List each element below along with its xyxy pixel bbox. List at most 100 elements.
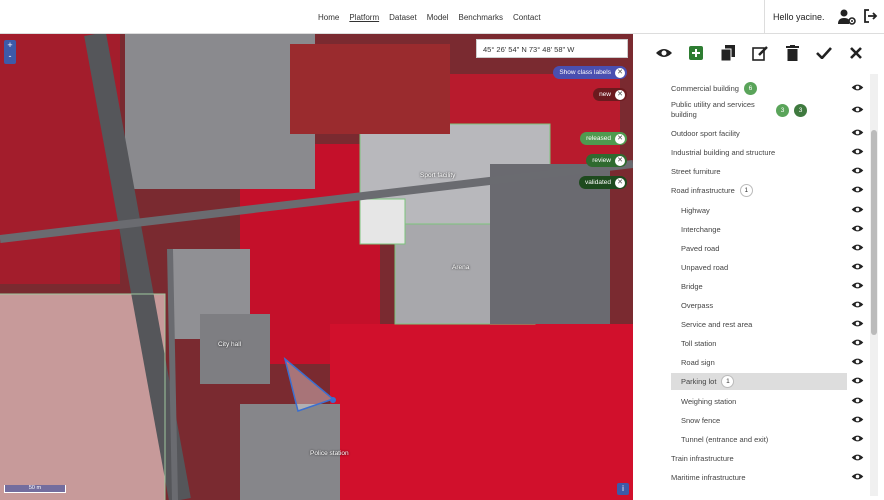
sign-out-icon[interactable] (864, 9, 878, 27)
chip-label: released (586, 135, 611, 142)
count-badge: 1 (739, 184, 753, 197)
add-icon[interactable] (687, 44, 705, 62)
new-status-chip[interactable]: new ✕ (593, 88, 627, 101)
edit-icon[interactable] (751, 44, 769, 62)
class-item[interactable]: Outdoor sport facility (671, 125, 864, 142)
delete-icon[interactable] (783, 44, 801, 62)
chip-close-icon[interactable]: ✕ (615, 155, 625, 166)
visibility-eye-icon[interactable] (851, 434, 864, 445)
zoom-controls[interactable]: + - (4, 40, 16, 64)
satellite-map[interactable]: + - 45° 26' 54" N 73° 48' 58" W Show cla… (0, 34, 633, 500)
annotation-toolbar (633, 34, 884, 72)
count-badge: 1 (721, 375, 735, 388)
visibility-eye-icon[interactable] (851, 224, 864, 235)
class-item-label: Bridge (681, 281, 703, 291)
visibility-eye-icon[interactable] (851, 319, 864, 330)
class-item[interactable]: Overpass (671, 297, 864, 314)
show-class-labels-chip[interactable]: Show class labels ✕ (553, 66, 627, 79)
class-item-label: Paved road (681, 243, 720, 253)
top-navbar: Home Platform Dataset Model Benchmarks C… (0, 0, 884, 34)
visibility-eye-icon[interactable] (851, 338, 864, 349)
class-item-label: Service and rest area (681, 319, 753, 329)
class-item-label: Parking lot (681, 376, 717, 386)
class-item[interactable]: Paved road (671, 240, 864, 257)
class-item-label: Highway (681, 205, 710, 215)
review-status-chip[interactable]: review ✕ (586, 154, 627, 167)
map-scale-bar: 50 m (4, 485, 66, 493)
visibility-eye-icon[interactable] (851, 357, 864, 368)
class-item[interactable]: Service and rest area (671, 316, 864, 333)
class-item-label: Commercial building (671, 83, 739, 93)
class-item-label: Train infrastructure (671, 453, 734, 463)
user-gear-icon[interactable] (838, 9, 856, 27)
count-badge: 6 (743, 82, 757, 95)
visibility-eye-icon[interactable] (851, 396, 864, 407)
class-item[interactable]: Maritime infrastructure (671, 469, 864, 486)
class-item[interactable]: Public utility and services building 3 3 (671, 98, 864, 122)
nav-home[interactable]: Home (318, 13, 339, 22)
map-info-button[interactable]: i (617, 483, 629, 495)
class-item[interactable]: Train infrastructure (671, 450, 864, 467)
visibility-eye-icon[interactable] (851, 147, 864, 158)
class-item[interactable]: Interchange (671, 221, 864, 238)
close-icon[interactable] (847, 44, 865, 62)
visibility-eye-icon[interactable] (851, 262, 864, 273)
visibility-eye-icon[interactable] (851, 105, 864, 116)
nav-benchmarks[interactable]: Benchmarks (459, 13, 503, 22)
chip-label: validated (584, 179, 611, 186)
class-item[interactable]: Industrial building and structure (671, 144, 864, 161)
class-item-label: Outdoor sport facility (671, 128, 740, 138)
visibility-eye-icon[interactable] (851, 472, 864, 483)
map-imagery (0, 34, 633, 500)
nav-dataset[interactable]: Dataset (389, 13, 417, 22)
class-item-label: Overpass (681, 300, 714, 310)
zoom-out-button[interactable]: - (4, 51, 16, 62)
zoom-in-button[interactable]: + (4, 40, 16, 51)
class-item-label: Snow fence (681, 415, 721, 425)
class-item[interactable]: Weighing station (671, 393, 864, 410)
class-item[interactable]: Parking lot 1 (671, 373, 864, 390)
class-item-label: Industrial building and structure (671, 147, 776, 157)
chip-close-icon[interactable]: ✕ (615, 177, 625, 188)
visibility-eye-icon[interactable] (851, 128, 864, 139)
map-label-arena: Arena (452, 264, 470, 271)
class-item-label: Tunnel (entrance and exit) (681, 434, 769, 444)
chip-close-icon[interactable]: ✕ (615, 133, 625, 144)
chip-close-icon[interactable]: ✕ (615, 67, 625, 78)
visibility-eye-icon[interactable] (851, 281, 864, 292)
class-item[interactable]: Commercial building 6 (671, 80, 864, 97)
view-icon[interactable] (655, 44, 673, 62)
class-item[interactable]: Unpaved road (671, 259, 864, 276)
class-item[interactable]: Toll station (671, 335, 864, 352)
visibility-eye-icon[interactable] (851, 376, 864, 387)
nav-model[interactable]: Model (427, 13, 449, 22)
nav-platform[interactable]: Platform (349, 13, 379, 22)
count-badge: 3 (776, 103, 789, 117)
class-item[interactable]: Street furniture (671, 163, 864, 180)
visibility-eye-icon[interactable] (851, 205, 864, 216)
visibility-eye-icon[interactable] (851, 453, 864, 464)
visibility-eye-icon[interactable] (851, 300, 864, 311)
class-item[interactable]: Bridge (671, 278, 864, 295)
map-label-police-station: Police station (310, 450, 349, 457)
class-item[interactable]: Highway (671, 202, 864, 219)
nav-contact[interactable]: Contact (513, 13, 541, 22)
class-item[interactable]: Road sign (671, 354, 864, 371)
main-nav: Home Platform Dataset Model Benchmarks C… (318, 0, 541, 34)
visibility-eye-icon[interactable] (851, 415, 864, 426)
class-item[interactable]: Tunnel (entrance and exit) (671, 431, 864, 448)
class-item[interactable]: Snow fence (671, 412, 864, 429)
released-status-chip[interactable]: released ✕ (580, 132, 627, 145)
chip-close-icon[interactable]: ✕ (615, 89, 625, 100)
visibility-eye-icon[interactable] (851, 185, 864, 196)
map-label-city-hall: City hall (218, 341, 242, 348)
check-icon[interactable] (815, 44, 833, 62)
class-item-label: Maritime infrastructure (671, 472, 746, 482)
copy-icon[interactable] (719, 44, 737, 62)
validated-status-chip[interactable]: validated ✕ (578, 176, 627, 189)
class-item[interactable]: Road infrastructure 1 (671, 182, 864, 199)
visibility-eye-icon[interactable] (851, 243, 864, 254)
visibility-eye-icon[interactable] (851, 166, 864, 177)
visibility-eye-icon[interactable] (851, 83, 864, 94)
class-list-scroll-thumb[interactable] (871, 130, 877, 335)
